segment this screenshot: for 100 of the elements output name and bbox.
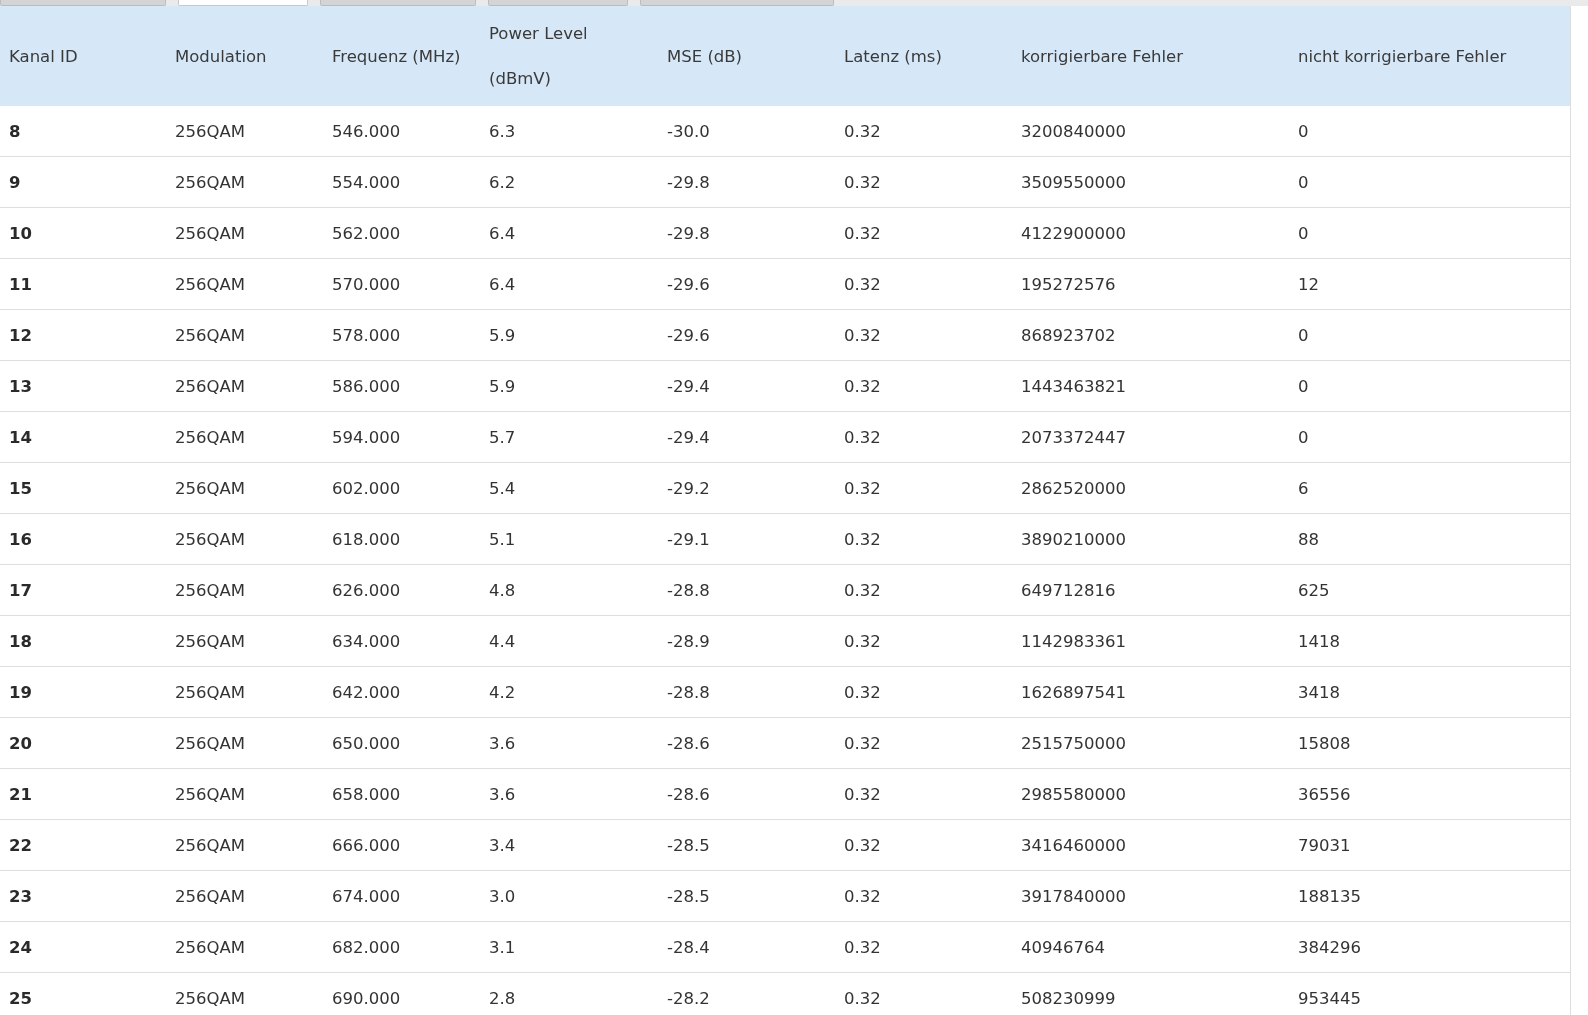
table-cell-text: 0.32 (843, 580, 882, 600)
table-cell-text: 256QAM (174, 784, 246, 804)
tab[interactable] (488, 0, 628, 6)
table-cell-text: 5.1 (488, 529, 517, 549)
table-cell-text: -29.8 (666, 172, 711, 192)
table-cell-text: 3200840000 (1020, 121, 1127, 141)
table-cell-text: 4.4 (488, 631, 517, 651)
table-cell-text: -29.8 (666, 223, 711, 243)
table-cell-text: 1418 (1297, 631, 1341, 651)
table-cell-text: 546.000 (331, 121, 402, 141)
table-cell-text: 11 (8, 274, 33, 294)
table-cell-text: 256QAM (174, 886, 246, 906)
table-cell-text: 0 (1297, 121, 1310, 141)
table-cell-text: 17 (8, 580, 33, 600)
table-cell-text: 256QAM (174, 172, 246, 192)
table-cell-text: 25 (8, 988, 33, 1008)
table-cell-text: 0 (1297, 325, 1310, 345)
table-cell-text: 256QAM (174, 478, 246, 498)
table-cell-text: 618.000 (331, 529, 402, 549)
table-cell-text: 256QAM (174, 631, 246, 651)
table-cell-text: 40946764 (1020, 937, 1106, 957)
table-cell-text: 256QAM (174, 580, 246, 600)
table-cell-text: 15808 (1297, 733, 1352, 753)
table-cell-text: 256QAM (174, 835, 246, 855)
table-cell-text: -28.8 (666, 580, 711, 600)
table-cell-text: 2862520000 (1020, 478, 1127, 498)
table-cell-text: 256QAM (174, 274, 246, 294)
table-cell-text: 195272576 (1020, 274, 1117, 294)
table-cell-text: 20 (8, 733, 33, 753)
table-cell-text: 625 (1297, 580, 1331, 600)
table-cell-text: 3.6 (488, 784, 517, 804)
table-cell-text: 626.000 (331, 580, 402, 600)
table-cell-text: 0.32 (843, 682, 882, 702)
table-cell-text: 0.32 (843, 529, 882, 549)
table-cell-text: 22 (8, 835, 33, 855)
table-cell-text: 0.32 (843, 121, 882, 141)
table-cell-text: 0 (1297, 427, 1310, 447)
table-cell-text: -28.6 (666, 784, 711, 804)
table-cell-text: 2073372447 (1020, 427, 1127, 447)
table-cell-text: 0.32 (843, 427, 882, 447)
tab[interactable] (0, 0, 166, 6)
table-cell-text: 6.3 (488, 121, 517, 141)
table-cell-text: 19 (8, 682, 33, 702)
table-cell-text: 690.000 (331, 988, 402, 1008)
table-cell-text: 256QAM (174, 376, 246, 396)
table-cell-text: 18 (8, 631, 33, 651)
table-cell-text: -28.5 (666, 886, 711, 906)
table-cell-text: 4.2 (488, 682, 517, 702)
table-cell-text: 562.000 (331, 223, 402, 243)
table-cell-text: 0.32 (843, 988, 882, 1008)
table-cell-text: 6.2 (488, 172, 517, 192)
table-cell-text: 12 (1297, 274, 1320, 294)
table-cell-text: 3.4 (488, 835, 517, 855)
table-cell-text: 554.000 (331, 172, 402, 192)
table-cell-text: 642.000 (331, 682, 402, 702)
table-cell-text: 5.9 (488, 325, 517, 345)
table-cell-text: 23 (8, 886, 33, 906)
table-cell-text: 15 (8, 478, 33, 498)
table-cell-text: -29.4 (666, 376, 711, 396)
table-cell-text: 6 (1297, 478, 1310, 498)
table-cell-text: 36556 (1297, 784, 1352, 804)
tab[interactable] (178, 0, 308, 6)
table-cell-text: 1142983361 (1020, 631, 1127, 651)
table-cell-text: 0.32 (843, 274, 882, 294)
table-cell-text: 3509550000 (1020, 172, 1127, 192)
table-cell-text: -29.4 (666, 427, 711, 447)
table-cell-text: 0.32 (843, 784, 882, 804)
table-cell-text: 953445 (1297, 988, 1362, 1008)
table-cell-text: 3416460000 (1020, 835, 1127, 855)
tab[interactable] (320, 0, 476, 6)
table-cell-text: 0.32 (843, 886, 882, 906)
table-cell-text: 3.0 (488, 886, 517, 906)
table-cell-text: 868923702 (1020, 325, 1117, 345)
table-cell-text: -28.8 (666, 682, 711, 702)
table-cell-text: 0.32 (843, 631, 882, 651)
table-cell-text: 9 (8, 172, 22, 192)
table-cell-text: 0.32 (843, 733, 882, 753)
table-cell-text: 650.000 (331, 733, 402, 753)
table-cell-text: 3917840000 (1020, 886, 1127, 906)
tab[interactable] (640, 0, 834, 6)
table-cell-text: 256QAM (174, 427, 246, 447)
table-cell-text: 594.000 (331, 427, 402, 447)
table-cell-text: 14 (8, 427, 33, 447)
table-cell-text: 0.32 (843, 376, 882, 396)
table-cell-text: 21 (8, 784, 33, 804)
table-cell-text: 0.32 (843, 223, 882, 243)
table-cell-text: 3418 (1297, 682, 1341, 702)
table-cell-text: 13 (8, 376, 33, 396)
table-cell-text: 88 (1297, 529, 1320, 549)
column-header: Frequenz (MHz) (331, 45, 462, 68)
table-cell-text: 256QAM (174, 733, 246, 753)
table-cell-text: 2985580000 (1020, 784, 1127, 804)
table-cell-text: 256QAM (174, 223, 246, 243)
table-cell-text: 0.32 (843, 478, 882, 498)
table-cell-text: 5.7 (488, 427, 517, 447)
table-cell-text: 256QAM (174, 988, 246, 1008)
table-cell-text: 256QAM (174, 529, 246, 549)
table-cell-text: -29.6 (666, 274, 711, 294)
table-cell-text: -30.0 (666, 121, 711, 141)
table-cell-text: 188135 (1297, 886, 1362, 906)
